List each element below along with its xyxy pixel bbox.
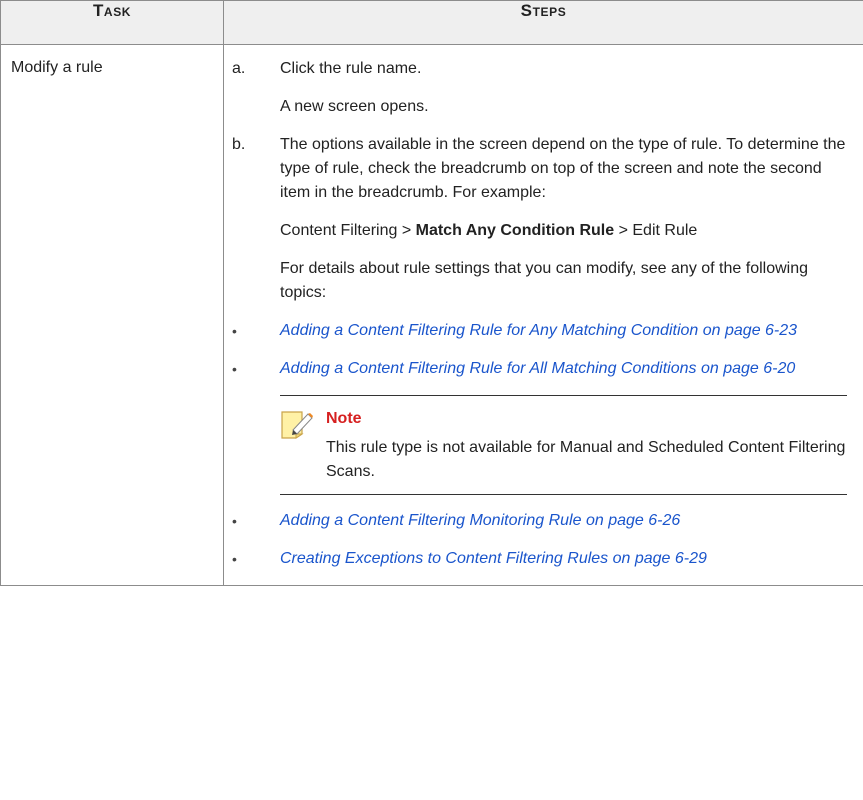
header-steps: Steps [223, 0, 863, 45]
task-steps-table: Task Steps Modify a rule a. Click the ru… [0, 0, 863, 586]
header-task: Task [0, 0, 224, 45]
step-a: a. Click the rule name. A new screen ope… [232, 57, 847, 133]
link-any-matching-condition[interactable]: Adding a Content Filtering Rule for Any … [280, 322, 797, 339]
step-a-text: Click the rule name. [280, 60, 422, 77]
step-b: b. The options available in the screen d… [232, 133, 847, 585]
step-b-details: For details about rule settings that you… [280, 260, 808, 301]
step-b-text: The options available in the screen depe… [280, 136, 846, 201]
list-item: • Creating Exceptions to Content Filteri… [232, 550, 707, 567]
note-box: Note This rule type is not available for… [280, 395, 847, 495]
steps-cell: a. Click the rule name. A new screen ope… [223, 44, 863, 586]
list-item: • Adding a Content Filtering Rule for Al… [232, 360, 796, 377]
link-monitoring-rule[interactable]: Adding a Content Filtering Monitoring Ru… [280, 512, 680, 529]
link-exceptions[interactable]: Creating Exceptions to Content Filtering… [280, 550, 707, 567]
note-pencil-icon [280, 408, 326, 484]
breadcrumb-post: > Edit Rule [614, 222, 698, 239]
breadcrumb-bold: Match Any Condition Rule [415, 222, 615, 239]
breadcrumb-pre: Content Filtering > [280, 222, 416, 239]
list-item: • Adding a Content Filtering Monitoring … [232, 512, 681, 529]
note-text: This rule type is not available for Manu… [326, 439, 846, 480]
topic-links-more: • Adding a Content Filtering Monitoring … [232, 509, 847, 571]
step-a-follow: A new screen opens. [280, 98, 429, 115]
step-a-letter: a. [232, 60, 246, 77]
list-item: • Adding a Content Filtering Rule for An… [232, 322, 798, 339]
task-label: Modify a rule [11, 59, 103, 76]
breadcrumb-example: Content Filtering > Match Any Condition … [280, 219, 847, 243]
table-header-row: Task Steps [0, 0, 863, 45]
note-title: Note [326, 410, 362, 427]
document-page: Task Steps Modify a rule a. Click the ru… [0, 0, 863, 800]
link-all-matching-conditions[interactable]: Adding a Content Filtering Rule for All … [280, 360, 795, 377]
table-row: Modify a rule a. Click the rule name. A … [0, 44, 863, 586]
task-cell: Modify a rule [0, 44, 224, 586]
step-b-letter: b. [232, 136, 246, 153]
topic-links: • Adding a Content Filtering Rule for An… [232, 319, 847, 381]
